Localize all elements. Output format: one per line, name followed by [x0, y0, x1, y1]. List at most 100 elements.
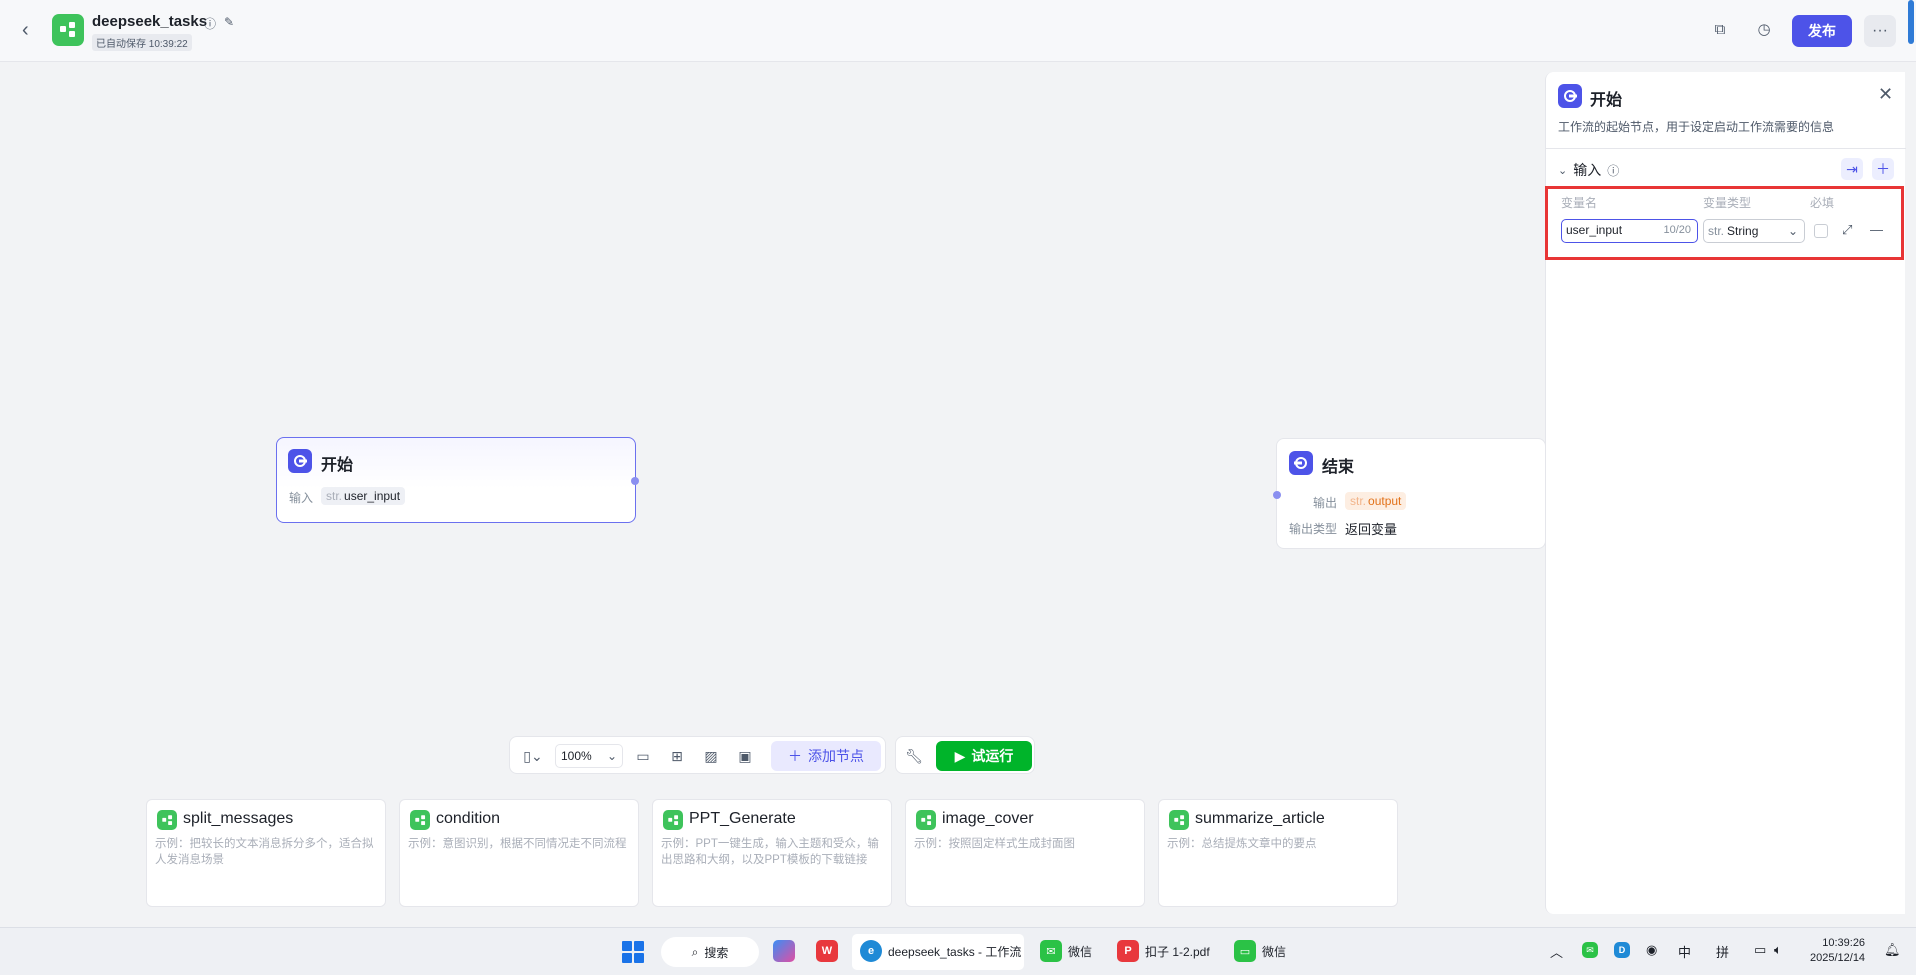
- end-node-icon: [1289, 451, 1313, 475]
- taskbar-wechat-2[interactable]: ▭ 微信: [1234, 940, 1286, 962]
- type-prefix: str.: [1350, 494, 1367, 508]
- wrench-icon[interactable]: 🔧︎: [904, 746, 924, 766]
- template-desc: 示例：意图识别，根据不同情况走不同流程: [408, 838, 627, 850]
- import-icon[interactable]: ⇥: [1841, 158, 1863, 180]
- wechat-label: 微信: [1068, 944, 1093, 959]
- end-node-output-label: 输出: [1313, 496, 1338, 510]
- run-toolbar: 🔧︎ ▶ 试运行: [895, 736, 1035, 774]
- start-node-icon: [1558, 84, 1582, 108]
- template-card[interactable]: PPT_Generate 示例：PPT一键生成，输入主题和受众，输出思路和大纲，…: [652, 799, 892, 907]
- close-icon[interactable]: ✕: [1878, 84, 1893, 105]
- pdf-icon: P: [1117, 940, 1139, 962]
- input-section-header[interactable]: ⌄ 输入 ⓘ: [1558, 160, 1619, 180]
- workflow-logo-icon: [52, 14, 84, 46]
- browser-tab-title: deepseek_tasks - 工作流: [888, 944, 1022, 959]
- ime-chinese[interactable]: 中: [1678, 942, 1691, 961]
- template-desc: 示例：总结提炼文章中的要点: [1167, 838, 1317, 850]
- clock-date: 2025/12/14: [1810, 952, 1866, 964]
- start-node-title: 开始: [321, 457, 354, 474]
- canvas-toolbar: ▯⌄ 100% ⌄ ▭ ⊞ ▨ ▣ ＋ 添加节点: [509, 736, 886, 774]
- app-title: deepseek_tasks: [92, 13, 208, 30]
- edit-icon[interactable]: ✎: [224, 15, 234, 32]
- start-node[interactable]: 开始 输入 str. user_input: [276, 437, 639, 523]
- more-options-button[interactable]: ···: [1864, 15, 1896, 47]
- wps-app-square: W: [816, 940, 838, 962]
- back-arrow-icon[interactable]: ‹: [22, 18, 42, 42]
- add-variable-button[interactable]: ＋: [1872, 158, 1894, 180]
- top-header: ‹ deepseek_tasks ⓘ ✎ 已自动保存 10:39:22 ⧉ ◷ …: [0, 0, 1916, 62]
- copilot-icon[interactable]: [773, 940, 795, 962]
- add-node-label: 添加节点: [808, 748, 864, 764]
- ime-pinyin[interactable]: 拼: [1716, 942, 1729, 961]
- template-card[interactable]: summarize_article 示例：总结提炼文章中的要点: [1158, 799, 1398, 907]
- wps-icon[interactable]: W: [816, 940, 838, 962]
- input-port[interactable]: [1273, 491, 1281, 499]
- network-icon[interactable]: ▭: [1754, 942, 1766, 958]
- workflow-icon: [410, 810, 430, 830]
- tray-wechat-square: ✉: [1582, 942, 1598, 958]
- template-title: PPT_Generate: [689, 810, 796, 827]
- notification-bell-icon[interactable]: 🔔︎: [1884, 942, 1901, 958]
- test-run-label: 试运行: [971, 748, 1014, 764]
- end-node[interactable]: 结束 输出 str. output 输出类型 返回变量: [1273, 438, 1546, 549]
- divider: [1546, 148, 1906, 149]
- volume-icon[interactable]: 🔈︎: [1774, 942, 1782, 958]
- template-card[interactable]: condition 示例：意图识别，根据不同情况走不同流程: [399, 799, 639, 907]
- chevron-down-icon: ⌄: [606, 749, 617, 763]
- template-desc: 示例：把较长的文本消息拆分多个，适合拟人发消息场景: [155, 838, 374, 866]
- play-icon: ▶: [954, 747, 966, 764]
- taskbar-browser[interactable]: e deepseek_tasks - 工作流: [860, 940, 1021, 962]
- type-prefix: str.: [326, 489, 343, 503]
- start-node-input-tag: str. user_input: [321, 487, 406, 505]
- end-node-title: 结束: [1322, 459, 1355, 476]
- tray-app-icon[interactable]: D: [1614, 942, 1630, 958]
- taskbar-clock[interactable]: 10:39:26 2025/12/14: [1810, 936, 1865, 966]
- copy-icon[interactable]: ⧉: [1710, 20, 1730, 40]
- taskbar-search[interactable]: ⌕ 搜索: [661, 937, 759, 967]
- mouse-mode-icon[interactable]: ▯⌄: [518, 746, 548, 766]
- tray-wechat-icon[interactable]: ✉: [1582, 942, 1598, 958]
- tray-chevron-up-icon[interactable]: ︿: [1550, 942, 1563, 961]
- template-title: image_cover: [942, 810, 1034, 827]
- scrollbar-indicator[interactable]: [1908, 0, 1914, 44]
- publish-button[interactable]: 发布: [1792, 15, 1852, 47]
- template-desc: 示例：按照固定样式生成封面图: [914, 838, 1075, 850]
- end-node-output-tag: str. output: [1345, 492, 1407, 510]
- search-icon: ⌕: [691, 944, 699, 959]
- add-node-button[interactable]: ＋ 添加节点: [771, 741, 881, 771]
- template-title: summarize_article: [1195, 810, 1325, 827]
- comment-icon[interactable]: ▭: [633, 746, 653, 766]
- template-card[interactable]: split_messages 示例：把较长的文本消息拆分多个，适合拟人发消息场景: [146, 799, 386, 907]
- zoom-select[interactable]: 100% ⌄: [555, 744, 623, 768]
- info-icon[interactable]: ⓘ: [1607, 162, 1619, 179]
- workflow-icon: [663, 810, 683, 830]
- end-node-output-type-value: 返回变量: [1345, 522, 1398, 537]
- windows-start-icon[interactable]: [622, 941, 644, 963]
- template-card[interactable]: image_cover 示例：按照固定样式生成封面图: [905, 799, 1145, 907]
- workflow-icon: [916, 810, 936, 830]
- workflow-icon: [1169, 810, 1189, 830]
- history-icon[interactable]: ◷: [1754, 20, 1774, 40]
- taskbar-wechat[interactable]: ✉ 微信: [1040, 940, 1092, 962]
- tray-qq-icon[interactable]: ◉: [1646, 942, 1657, 958]
- wechat-chat-icon: ▭: [1234, 940, 1256, 962]
- test-run-button[interactable]: ▶ 试运行: [936, 741, 1032, 771]
- minimap-icon[interactable]: ▣: [735, 746, 755, 766]
- wechat-label-2: 微信: [1262, 944, 1287, 959]
- clock-time: 10:39:26: [1822, 937, 1866, 949]
- edge-icon: e: [860, 940, 882, 962]
- template-desc: 示例：PPT一键生成，输入主题和受众，输出思路和大纲，以及PPT模板的下载链接: [661, 838, 879, 866]
- end-node-output-type-label: 输出类型: [1289, 522, 1338, 536]
- windows-taskbar: ⌕ 搜索 W e deepseek_tasks - 工作流 ✉ 微信 P 扣子 …: [0, 927, 1916, 975]
- chevron-down-icon[interactable]: ⌄: [1558, 164, 1567, 177]
- output-port[interactable]: [631, 477, 639, 485]
- plus-icon: ＋: [788, 748, 802, 764]
- info-icon[interactable]: ⓘ: [204, 15, 216, 32]
- image-icon[interactable]: ▨: [701, 746, 721, 766]
- title-icons: ⓘ ✎: [204, 15, 234, 32]
- layout-icon[interactable]: ⊞: [667, 746, 687, 766]
- variable-name: user_input: [344, 489, 401, 503]
- start-node-icon: [288, 449, 312, 473]
- taskbar-pdf[interactable]: P 扣子 1-2.pdf: [1117, 940, 1210, 962]
- panel-title: 开始: [1590, 92, 1623, 109]
